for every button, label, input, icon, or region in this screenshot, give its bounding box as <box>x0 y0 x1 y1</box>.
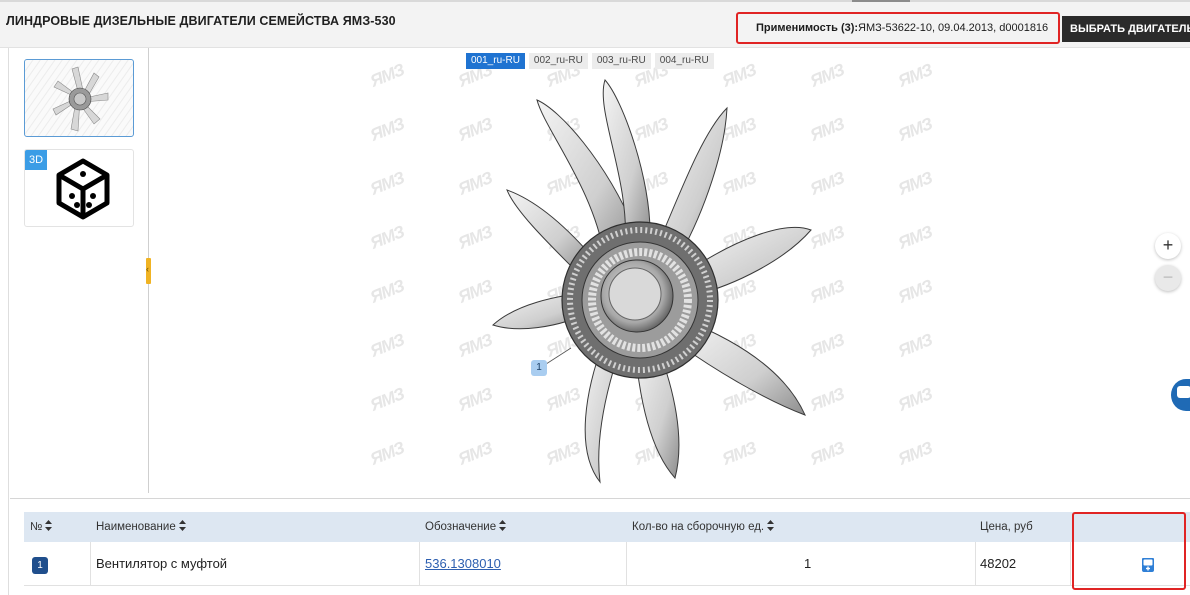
thumbnail-3d-model[interactable]: 3D <box>24 149 134 227</box>
sheet-tab-004[interactable]: 004_ru-RU <box>654 53 714 69</box>
cell-separator <box>419 542 420 586</box>
watermark: ЯМЗ <box>895 168 935 199</box>
applicability-label: Применимость (3): <box>756 22 859 34</box>
sort-icon <box>499 520 507 532</box>
row-number-badge: 1 <box>32 557 48 574</box>
parts-table-header: № Наименование Обозначение Кол-во на сбо… <box>24 512 1190 542</box>
column-header-designation[interactable]: Обозначение <box>425 512 507 542</box>
watermark: ЯМЗ <box>367 114 407 145</box>
cart-column-highlight <box>1072 512 1186 590</box>
watermark: ЯМЗ <box>367 438 407 469</box>
callout-marker-1[interactable]: 1 <box>531 360 547 376</box>
cell-separator <box>975 542 976 586</box>
chat-icon <box>1177 386 1190 398</box>
watermark: ЯМЗ <box>895 384 935 415</box>
sort-icon <box>45 520 53 532</box>
watermark: ЯМЗ <box>895 330 935 361</box>
column-header-price: Цена, руб <box>980 521 1033 533</box>
sheet-tab-001[interactable]: 001_ru-RU <box>466 53 525 69</box>
badge-3d: 3D <box>25 150 47 170</box>
watermark: ЯМЗ <box>367 60 407 91</box>
cell-separator <box>626 542 627 586</box>
part-price: 48202 <box>980 556 1017 571</box>
part-name: Вентилятор с муфтой <box>96 556 228 571</box>
watermark: ЯМЗ <box>367 330 407 361</box>
fan-thumbnail-icon <box>25 60 133 136</box>
page-title: ЛИНДРОВЫЕ ДИЗЕЛЬНЫЕ ДВИГАТЕЛИ СЕМЕЙСТВА … <box>6 14 396 28</box>
cell-separator <box>1070 542 1071 586</box>
applicability-value: ЯМЗ-53622-10, 09.04.2013, d0001816 <box>858 22 1049 34</box>
cart-icon[interactable] <box>1140 557 1156 573</box>
sheet-tab-002[interactable]: 002_ru-RU <box>528 53 588 69</box>
applicability-info: Применимость (3):ЯМЗ-53622-10, 09.04.201… <box>736 12 1060 44</box>
scroll-indicator[interactable] <box>852 0 910 2</box>
sort-icon <box>767 520 775 532</box>
table-row[interactable]: 1 Вентилятор с муфтой 536.1308010 1 4820… <box>24 542 1190 586</box>
watermark: ЯМЗ <box>895 438 935 469</box>
watermark: ЯМЗ <box>367 168 407 199</box>
column-header-name[interactable]: Наименование <box>96 512 186 542</box>
part-designation-link[interactable]: 536.1308010 <box>425 542 501 586</box>
watermark: ЯМЗ <box>895 60 935 91</box>
sheet-tab-003[interactable]: 003_ru-RU <box>591 53 651 69</box>
cell-separator <box>90 542 91 586</box>
watermark: ЯМЗ <box>367 384 407 415</box>
watermark: ЯМЗ <box>895 222 935 253</box>
watermark: ЯМЗ <box>367 222 407 253</box>
left-edge-divider <box>8 48 9 595</box>
table-divider <box>10 498 1190 499</box>
watermark: ЯМЗ <box>367 276 407 307</box>
watermark: ЯМЗ <box>895 114 935 145</box>
watermark: ЯМЗ <box>895 276 935 307</box>
fan-assembly-drawing <box>492 79 812 484</box>
sort-icon <box>178 520 186 532</box>
column-header-quantity[interactable]: Кол-во на сборочную ед. <box>632 512 775 542</box>
select-engine-button[interactable]: ВЫБРАТЬ ДВИГАТЕЛЬ <box>1062 16 1190 42</box>
page-header: ЛИНДРОВЫЕ ДИЗЕЛЬНЫЕ ДВИГАТЕЛИ СЕМЕЙСТВА … <box>0 0 1190 48</box>
zoom-out-button[interactable]: − <box>1155 265 1181 291</box>
sheet-tabs: 001_ru-RU 002_ru-RU 003_ru-RU 004_ru-RU <box>466 53 714 69</box>
column-header-number[interactable]: № <box>30 512 53 542</box>
thumbnail-fan-image[interactable] <box>24 59 134 137</box>
chevron-left-icon: ‹ <box>146 264 149 274</box>
top-strip <box>0 0 1190 2</box>
part-quantity: 1 <box>804 556 812 571</box>
zoom-in-button[interactable]: + <box>1155 233 1181 259</box>
